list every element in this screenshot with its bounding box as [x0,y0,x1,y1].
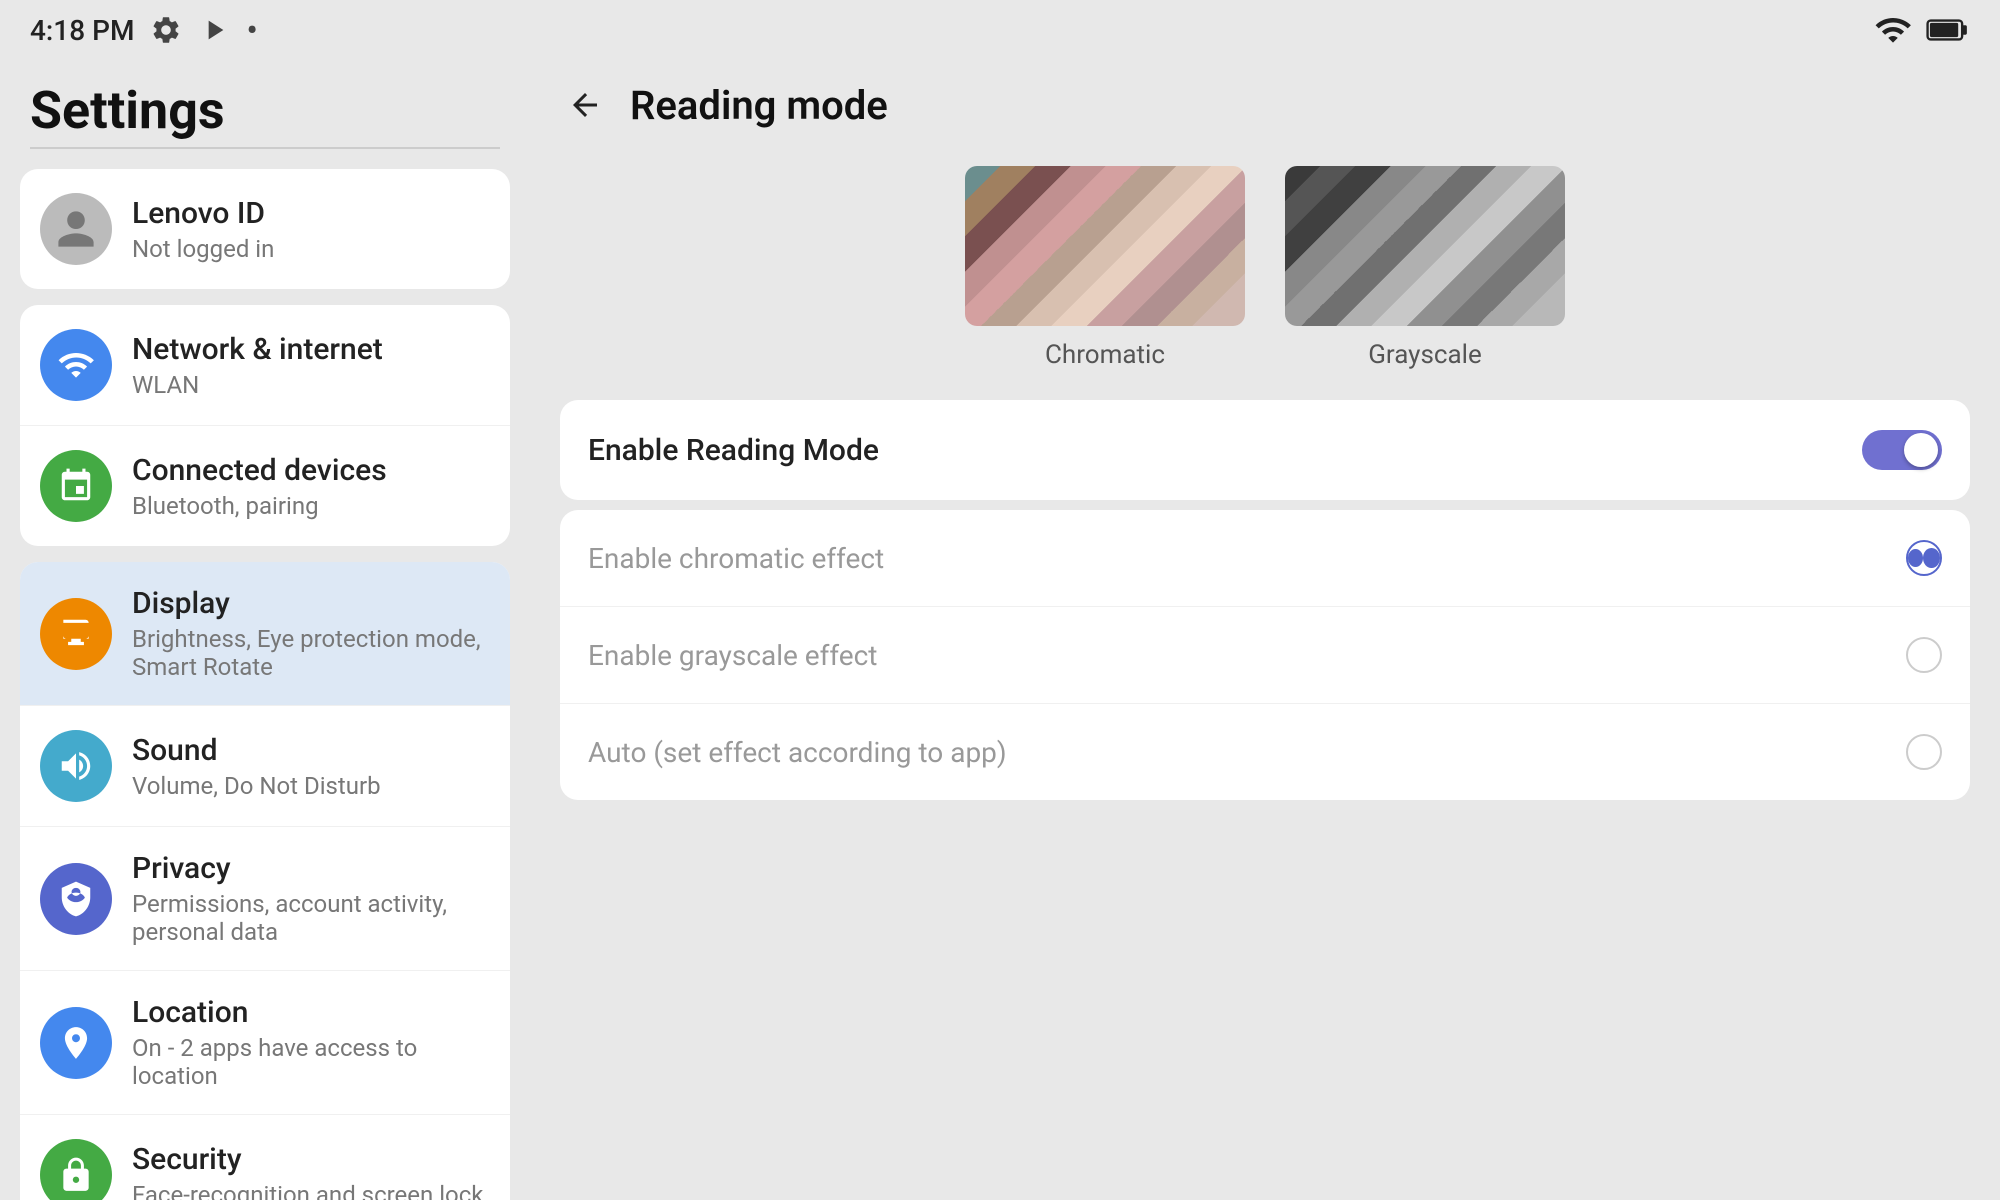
play-icon [198,14,230,46]
chromatic-stripes [965,166,1245,326]
connected-text: Connected devices Bluetooth, pairing [132,453,387,520]
right-header: Reading mode [560,80,1970,130]
sidebar-item-connected[interactable]: Connected devices Bluetooth, pairing [20,426,510,546]
main-content: Settings Lenovo ID Not logged in [0,60,2000,1200]
sidebar-item-network[interactable]: Network & internet WLAN [20,305,510,426]
location-icon-circle [40,1007,112,1079]
status-bar: 4:18 PM • [0,0,2000,60]
sound-text: Sound Volume, Do Not Disturb [132,733,381,800]
connected-subtitle: Bluetooth, pairing [132,492,387,520]
display-label: Display [132,586,490,621]
sidebar-item-lenovo-id[interactable]: Lenovo ID Not logged in [20,169,510,289]
lenovo-id-subtitle: Not logged in [132,235,274,263]
chromatic-swatch: Chromatic [965,166,1245,370]
left-panel: Settings Lenovo ID Not logged in [0,60,530,1200]
network-label: Network & internet [132,332,383,367]
privacy-icon-circle [40,863,112,935]
chromatic-effect-row[interactable]: Enable chromatic effect [560,510,1970,607]
enable-reading-mode-row: Enable Reading Mode [560,400,1970,500]
battery-icon [1926,11,1970,49]
display-text: Display Brightness, Eye protection mode,… [132,586,490,681]
settings-title: Settings [20,70,510,147]
grayscale-effect-row[interactable]: Enable grayscale effect [560,607,1970,704]
sidebar-item-display[interactable]: Display Brightness, Eye protection mode,… [20,562,510,706]
privacy-subtitle: Permissions, account activity, personal … [132,890,490,946]
grayscale-effect-radio[interactable] [1906,637,1942,673]
grayscale-stripes [1285,166,1565,326]
chromatic-effect-radio[interactable] [1906,540,1942,576]
wifi-icon [1874,11,1912,49]
divider [30,147,500,149]
auto-effect-label: Auto (set effect according to app) [588,736,1007,769]
chromatic-image [965,166,1245,326]
sound-subtitle: Volume, Do Not Disturb [132,772,381,800]
location-text: Location On - 2 apps have access to loca… [132,995,490,1090]
network-icon-circle [40,329,112,401]
enable-reading-mode-toggle[interactable] [1862,430,1942,470]
status-bar-right [1874,11,1970,49]
chromatic-label: Chromatic [1045,340,1165,370]
reading-mode-title: Reading mode [630,82,888,129]
status-bar-left: 4:18 PM • [30,11,258,49]
right-panel: Reading mode Chromatic Grayscale Enable … [530,60,2000,1200]
auto-effect-radio[interactable] [1906,734,1942,770]
sound-label: Sound [132,733,381,768]
sidebar-item-privacy[interactable]: Privacy Permissions, account activity, p… [20,827,510,971]
sidebar-item-sound[interactable]: Sound Volume, Do Not Disturb [20,706,510,827]
security-text: Security Face-recognition and screen loc… [132,1142,483,1200]
auto-effect-row[interactable]: Auto (set effect according to app) [560,704,1970,800]
sound-icon-circle [40,730,112,802]
reading-mode-options-card: Enable chromatic effect Enable grayscale… [560,510,1970,800]
location-subtitle: On - 2 apps have access to location [132,1034,490,1090]
dot-indicator: • [246,11,257,49]
grayscale-image [1285,166,1565,326]
lenovo-id-card: Lenovo ID Not logged in [20,169,510,289]
back-button[interactable] [560,80,610,130]
main-settings-card: Display Brightness, Eye protection mode,… [20,562,510,1200]
security-label: Security [132,1142,483,1177]
display-icon-circle [40,598,112,670]
display-subtitle: Brightness, Eye protection mode, Smart R… [132,625,490,681]
swatches-row: Chromatic Grayscale [560,166,1970,370]
gear-icon [150,14,182,46]
network-card: Network & internet WLAN Connected device… [20,305,510,546]
security-subtitle: Face-recognition and screen lock [132,1181,483,1200]
sidebar-item-security[interactable]: Security Face-recognition and screen loc… [20,1115,510,1200]
grayscale-swatch: Grayscale [1285,166,1565,370]
connected-icon-circle [40,450,112,522]
network-text: Network & internet WLAN [132,332,383,399]
avatar [40,193,112,265]
lenovo-id-label: Lenovo ID [132,196,274,231]
lenovo-id-text: Lenovo ID Not logged in [132,196,274,263]
privacy-label: Privacy [132,851,490,886]
grayscale-label: Grayscale [1368,340,1482,370]
security-icon-circle [40,1139,112,1200]
privacy-text: Privacy Permissions, account activity, p… [132,851,490,946]
location-label: Location [132,995,490,1030]
grayscale-effect-label: Enable grayscale effect [588,639,877,672]
sidebar-item-location[interactable]: Location On - 2 apps have access to loca… [20,971,510,1115]
connected-label: Connected devices [132,453,387,488]
enable-reading-mode-label: Enable Reading Mode [588,433,879,468]
chromatic-effect-label: Enable chromatic effect [588,542,884,575]
time-display: 4:18 PM [30,14,134,47]
network-subtitle: WLAN [132,371,383,399]
